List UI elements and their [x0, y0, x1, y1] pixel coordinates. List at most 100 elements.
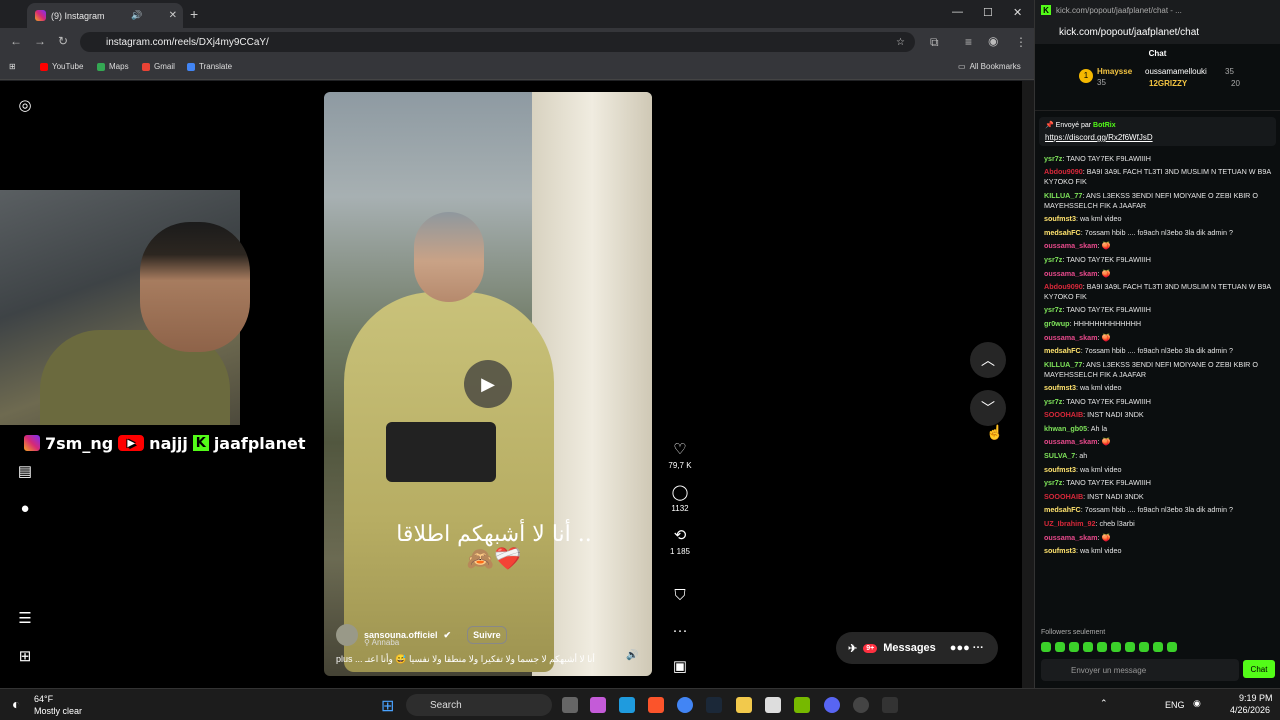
share-button[interactable]: ⟲ 1 185 — [662, 526, 698, 556]
back-icon[interactable]: ← — [10, 34, 22, 48]
app-icon[interactable] — [882, 697, 898, 713]
pinned-user[interactable]: BotRix — [1093, 122, 1116, 129]
profile-avatar[interactable]: ● — [16, 500, 34, 518]
gifter-name[interactable]: oussamamellouki — [1145, 67, 1207, 76]
copilot-icon[interactable] — [590, 697, 606, 713]
extensions-icon[interactable]: ⧉ — [930, 35, 939, 50]
chat-username[interactable]: Abdou9090 — [1044, 282, 1083, 291]
chat-username[interactable]: oussama_skam — [1044, 533, 1098, 542]
discord-icon[interactable] — [824, 697, 840, 713]
chat-username[interactable]: UZ_Ibrahim_92 — [1044, 519, 1096, 528]
comment-button[interactable]: ◯ 1132 — [662, 483, 698, 513]
language-indicator[interactable]: ENG — [1165, 700, 1185, 710]
minimize-button[interactable]: — — [952, 6, 963, 18]
emote-icon[interactable] — [1111, 642, 1121, 652]
location[interactable]: ⚲ Annaba — [364, 638, 399, 647]
chat-address-bar[interactable]: kick.com/popout/jaafplanet/chat — [1035, 20, 1280, 44]
chat-username[interactable]: SOOOHAIB — [1044, 410, 1083, 419]
reel-video[interactable]: ▶ أنا لا أشبهكم اطلاقا ..🙈❤️‍🩹 sansouna.… — [324, 92, 652, 676]
chat-send-button[interactable]: Chat — [1243, 660, 1275, 678]
star-icon[interactable]: ☆ — [896, 37, 905, 48]
like-button[interactable]: ♡ 79,7 K — [662, 440, 698, 470]
pinned-message[interactable]: 📌 Envoyé par BotRix https://discord.gg/R… — [1039, 117, 1276, 146]
chat-username[interactable]: medsahFC — [1044, 346, 1081, 355]
chat-input[interactable]: Envoyer un message — [1041, 659, 1239, 681]
chat-username[interactable]: ysr7z — [1044, 478, 1062, 487]
caption[interactable]: plus ... أنا لا أشبهكم لا جسما ولا تفكير… — [336, 654, 606, 665]
chat-username[interactable]: soufmst3 — [1044, 383, 1076, 392]
messages-button[interactable]: ✈ 9+ Messages ●●● ··· — [836, 632, 998, 664]
forward-icon[interactable]: → — [34, 34, 46, 48]
next-reel-button[interactable]: ﹀ — [970, 390, 1006, 426]
bookmark-youtube[interactable]: YouTube — [40, 62, 83, 71]
clock-time[interactable]: 9:19 PM — [1239, 693, 1273, 703]
network-icon[interactable]: ◉ — [1193, 698, 1201, 709]
weather-desc[interactable]: Mostly clear — [34, 706, 82, 716]
speaker-icon[interactable]: 🔊 — [131, 10, 142, 21]
weather-temp[interactable]: 64°F — [34, 694, 53, 704]
author-avatar[interactable] — [336, 624, 358, 646]
emote-icon[interactable] — [1125, 642, 1135, 652]
tab-instagram[interactable]: (9) Instagram 🔊 ✕ — [27, 3, 183, 28]
emote-icon[interactable] — [1097, 642, 1107, 652]
instagram-logo-icon[interactable]: ◎ — [16, 96, 34, 114]
bookmark-maps[interactable]: Maps — [97, 62, 129, 71]
chat-username[interactable]: oussama_skam — [1044, 241, 1098, 250]
weather-icon[interactable]: ◐ — [12, 696, 20, 712]
emote-icon[interactable] — [1153, 642, 1163, 652]
save-button[interactable]: ⛉ — [662, 587, 698, 607]
bookmark-translate[interactable]: Translate — [187, 62, 232, 71]
insights-icon[interactable]: ▤ — [16, 462, 34, 480]
menu-icon[interactable]: ⋮ — [1015, 35, 1027, 49]
bookmark-gmail[interactable]: Gmail — [142, 62, 175, 71]
file-explorer-icon[interactable] — [736, 697, 752, 713]
chat-username[interactable]: gr0wup — [1044, 319, 1070, 328]
new-tab-button[interactable]: + — [190, 6, 198, 22]
chat-username[interactable]: KILLUA_77 — [1044, 360, 1082, 369]
emote-icon[interactable] — [1041, 642, 1051, 652]
more-options-button[interactable]: ··· — [662, 622, 698, 642]
all-bookmarks[interactable]: ▭ All Bookmarks — [958, 62, 1021, 71]
address-bar[interactable]: instagram.com/reels/DXj4my9CCaY/ ☆ — [80, 32, 915, 52]
chat-username[interactable]: medsahFC — [1044, 228, 1081, 237]
chat-username[interactable]: SOOOHAIB — [1044, 492, 1083, 501]
follow-button[interactable]: Suivre — [467, 626, 507, 644]
scrollbar[interactable] — [1022, 81, 1034, 688]
chat-username[interactable]: ysr7z — [1044, 305, 1062, 314]
more-link[interactable]: plus ... — [336, 654, 363, 664]
chat-username[interactable]: oussama_skam — [1044, 269, 1098, 278]
emote-icon[interactable] — [1083, 642, 1093, 652]
chrome-icon[interactable] — [677, 697, 693, 713]
chat-username[interactable]: SULVA_7 — [1044, 451, 1075, 460]
close-window-button[interactable]: ✕ — [1013, 6, 1022, 19]
tray-chevron-icon[interactable]: ⌃ — [1100, 698, 1108, 709]
maximize-button[interactable]: ☐ — [983, 6, 993, 19]
chat-username[interactable]: ysr7z — [1044, 255, 1062, 264]
chat-username[interactable]: oussama_skam — [1044, 333, 1098, 342]
more-menu-icon[interactable]: ☰ — [16, 609, 34, 627]
chat-username[interactable]: khwan_gb05 — [1044, 424, 1087, 433]
close-tab-icon[interactable]: ✕ — [169, 10, 177, 21]
taskbar-search[interactable]: Search — [406, 694, 552, 716]
emote-icon[interactable] — [1139, 642, 1149, 652]
chat-username[interactable]: oussama_skam — [1044, 437, 1098, 446]
chat-username[interactable]: soufmst3 — [1044, 465, 1076, 474]
reel-author[interactable]: sansouna.officiel ✔ Suivre — [336, 624, 507, 646]
apps-icon[interactable]: ⊞ — [9, 62, 16, 71]
emote-icon[interactable] — [1167, 642, 1177, 652]
brave-icon[interactable] — [648, 697, 664, 713]
chat-username[interactable]: soufmst3 — [1044, 214, 1076, 223]
chat-username[interactable]: Abdou9090 — [1044, 167, 1083, 176]
also-from-meta-icon[interactable]: ⊞ — [16, 647, 34, 665]
chat-username[interactable]: ysr7z — [1044, 397, 1062, 406]
audio-thumbnail[interactable]: ▣ — [662, 657, 698, 678]
gifter-name[interactable]: 12GRIZZY — [1149, 79, 1187, 88]
pinned-link[interactable]: https://discord.gg/Rx2f6WfJsD — [1045, 133, 1270, 142]
steam-icon[interactable] — [706, 697, 722, 713]
volume-icon[interactable]: 🔊 — [626, 650, 638, 661]
store-icon[interactable] — [765, 697, 781, 713]
gifter-name[interactable]: Hmaysse — [1097, 67, 1132, 76]
chat-username[interactable]: ysr7z — [1044, 154, 1062, 163]
nvidia-icon[interactable] — [794, 697, 810, 713]
emote-icon[interactable] — [1069, 642, 1079, 652]
